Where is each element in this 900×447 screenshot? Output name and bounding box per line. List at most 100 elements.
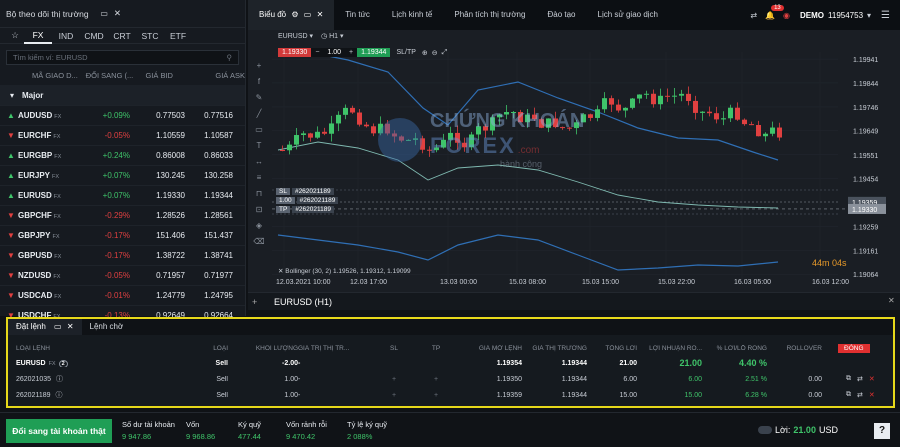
search-input[interactable]: Tìm kiếm ví: EURUSD (13, 53, 227, 62)
row-ask[interactable]: 1.10587 (185, 131, 233, 140)
watchlist-row[interactable]: ▲ AUDUSD FX +0.09% 0.77503 0.77516 (0, 105, 245, 125)
account-id[interactable]: 11954753 (828, 11, 863, 20)
close-position-icon[interactable]: ✕ (869, 375, 875, 383)
account-type[interactable]: DEMO (800, 11, 824, 20)
tab-chart[interactable]: Biểu đồ ⚙ ▭ ✕ (248, 0, 335, 30)
col-ask[interactable]: GIÁ ASK (195, 71, 245, 80)
help-button[interactable]: ? (874, 423, 890, 439)
tab-economic-calendar[interactable]: Lịch kinh tế (381, 0, 443, 30)
watchlist-row[interactable]: ▼ USDCAD FX -0.01% 1.24779 1.24795 (0, 285, 245, 305)
summary-symbol[interactable]: EURUSD FX 2 (8, 359, 198, 367)
text-tool-icon[interactable]: T (252, 138, 266, 154)
row-bid[interactable]: 0.71957 (130, 271, 185, 280)
watchlist-row[interactable]: ▼ GBPUSD FX -0.17% 1.38722 1.38741 (0, 245, 245, 265)
row-bid[interactable]: 0.86008 (130, 151, 185, 160)
group-major[interactable]: ▾ Major (0, 85, 245, 105)
row-ask[interactable]: 1.28561 (185, 211, 233, 220)
layers-icon[interactable]: ◈ (252, 218, 266, 234)
zoom-out-icon[interactable]: ⊖ (432, 49, 438, 57)
lock-icon[interactable]: ⊡ (252, 202, 266, 218)
col-5[interactable]: TP (415, 345, 457, 352)
row-ask[interactable]: 0.77516 (185, 111, 233, 120)
tab-pending-orders[interactable]: Lệnh chờ (82, 319, 132, 335)
fib-icon[interactable]: ≡ (252, 170, 266, 186)
row-ask[interactable]: 1.24795 (185, 291, 233, 300)
sl-order-ref[interactable]: #262021189 (291, 188, 334, 195)
close-icon[interactable]: ✕ (888, 296, 895, 305)
window-icon[interactable]: ▭ (54, 322, 62, 331)
gear-icon[interactable]: ⚙ (291, 10, 298, 19)
position-summary-row[interactable]: EURUSD FX 2 Sell -2.00- 1.19354 1.19344 21.00 21… (8, 355, 893, 371)
sell-button[interactable]: 1.19330 (278, 48, 312, 57)
symbol-selector[interactable]: EURUSD ▾ (278, 32, 313, 40)
tab-trade-history[interactable]: Lịch sử giao dịch (587, 0, 670, 30)
bell-icon[interactable]: 🔔 13 (765, 4, 784, 20)
position-tp[interactable]: + (415, 376, 457, 383)
row-ask[interactable]: 0.86033 (185, 151, 233, 160)
watchlist-row[interactable]: ▲ EURGBP FX +0.24% 0.86008 0.86033 (0, 145, 245, 165)
col-7[interactable]: GIÁ THỊ TRƯỜNG (522, 345, 587, 352)
crosshair-icon[interactable]: + (252, 58, 266, 74)
watchlist-row[interactable]: ▲ EURUSD FX +0.07% 1.19330 1.19344 (0, 185, 245, 205)
tab-fx[interactable]: FX (24, 28, 52, 44)
tab-stc[interactable]: STC (136, 31, 164, 41)
row-ask[interactable]: 0.71977 (185, 271, 233, 280)
sl-tag[interactable]: SL (276, 188, 290, 195)
col-6[interactable]: GIÁ MỞ LỆNH (457, 345, 522, 352)
buy-button[interactable]: 1.19344 (357, 48, 391, 57)
position-row[interactable]: 262021189 ⓘ Sell 1.00- + +1.19359 1.19344 15.00… (8, 387, 893, 403)
row-bid[interactable]: 1.19330 (130, 191, 185, 200)
row-ask[interactable]: 151.437 (185, 231, 233, 240)
row-bid[interactable]: 130.245 (130, 171, 185, 180)
col-bid[interactable]: GIÁ BID (145, 71, 195, 80)
col-2[interactable]: KHỐI LƯỢNG (228, 345, 298, 352)
row-bid[interactable]: 1.24779 (130, 291, 185, 300)
watchlist-row[interactable]: ▼ GBPJPY FX -0.17% 151.406 151.437 (0, 225, 245, 245)
tab-news[interactable]: Tin tức (334, 0, 381, 30)
tab-education[interactable]: Đào tạo (536, 0, 586, 30)
close-icon[interactable]: ✕ (278, 268, 283, 275)
indicator-legend[interactable]: ✕ Bollinger (30, 2) 1.19526, 1.19312, 1.… (278, 267, 411, 275)
add-icon[interactable]: + (252, 297, 257, 307)
position-id[interactable]: 262021035 (16, 376, 51, 383)
chart-panel[interactable]: 1.19941 1.19844 1.19746 1.19649 1.19551 1.194… (248, 30, 900, 310)
tp-order-ref[interactable]: #262021189 (292, 206, 334, 213)
info-icon[interactable]: ⓘ (56, 376, 63, 383)
position-row[interactable]: 262021035 ⓘ Sell 1.00- + +1.19350 1.19344 6.00 6… (8, 371, 893, 387)
close-position-icon[interactable]: ✕ (869, 391, 875, 399)
col-change[interactable]: ĐỔI SANG (... (86, 71, 146, 80)
order-ref[interactable]: #262021189 (296, 197, 339, 204)
window-icon[interactable]: ▭ (304, 10, 312, 19)
col-9[interactable]: LỢI NHUẬN RÒ... (637, 345, 702, 352)
col-10[interactable]: % LỜI/LỖ RÒNG (702, 345, 767, 352)
row-bid[interactable]: 1.38722 (130, 251, 185, 260)
magnet-icon[interactable]: ⊓ (252, 186, 266, 202)
fullscreen-icon[interactable]: ⤢ (442, 49, 448, 57)
close-all-button[interactable]: ĐÓNG (838, 343, 870, 353)
reverse-icon[interactable]: ⇄ (857, 391, 863, 399)
window-icon[interactable]: ▭ (100, 9, 108, 18)
col-11[interactable]: ROLLOVER (767, 345, 822, 352)
toggle-icon[interactable] (758, 426, 772, 434)
position-tp[interactable]: + (415, 392, 457, 399)
symbol-search[interactable]: Tìm kiếm ví: EURUSD ⚲ (6, 50, 239, 65)
tab-open-orders[interactable]: Đặt lệnh ▭ ✕ (8, 319, 82, 335)
row-ask[interactable]: 130.258 (185, 171, 233, 180)
order-lot[interactable]: 1.00 (276, 197, 295, 204)
row-bid[interactable]: 0.77503 (130, 111, 185, 120)
shape-tool-icon[interactable]: ▭ (252, 122, 266, 138)
trash-icon[interactable]: ⌫ (252, 234, 266, 250)
lot-decrease[interactable]: − (311, 48, 324, 57)
position-sl[interactable]: + (373, 392, 415, 399)
tp-tag[interactable]: TP (276, 206, 291, 213)
position-sl[interactable]: + (373, 376, 415, 383)
col-4[interactable]: SL (373, 345, 415, 352)
function-icon[interactable]: f (252, 74, 266, 90)
info-icon[interactable]: ⓘ (56, 392, 63, 399)
tab-ind[interactable]: IND (52, 31, 80, 41)
col-8[interactable]: TỔNG LỜI (587, 345, 637, 352)
menu-icon[interactable]: ☰ (881, 10, 890, 21)
tab-crt[interactable]: CRT (108, 31, 136, 41)
col-1[interactable]: LOẠI (198, 345, 228, 352)
watchlist-row[interactable]: ▼ EURCHF FX -0.05% 1.10559 1.10587 (0, 125, 245, 145)
